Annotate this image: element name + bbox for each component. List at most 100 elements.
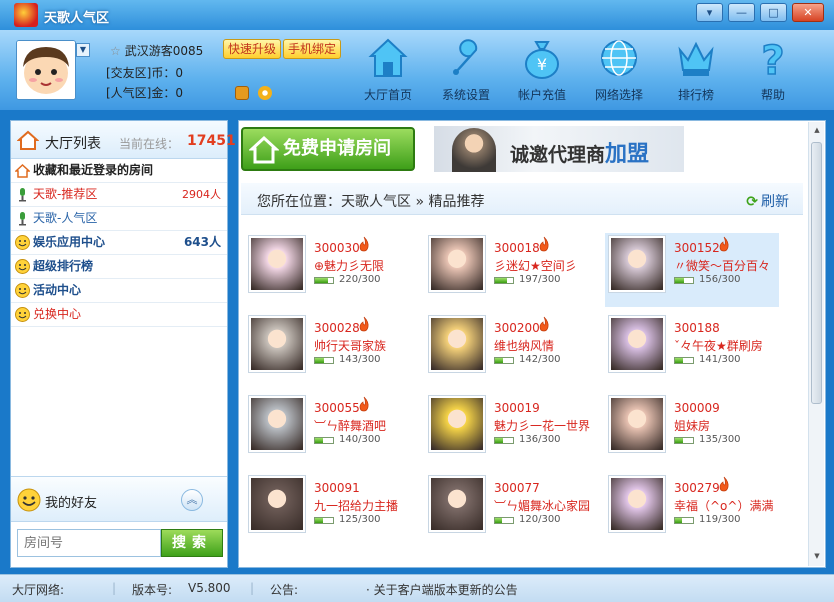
- room-name: 魅力彡一花一世界: [494, 419, 591, 433]
- search-button[interactable]: 搜索: [161, 529, 223, 557]
- room-card[interactable]: 300019 魅力彡一花一世界 136/300: [425, 393, 599, 467]
- maximize-button[interactable]: □: [760, 3, 787, 22]
- room-occupancy: 143/300: [339, 354, 381, 365]
- lobby-item[interactable]: 天歌-人气区: [11, 207, 227, 231]
- toolbar-ranking-button[interactable]: 排行榜: [661, 36, 731, 106]
- bind-phone-button[interactable]: 手机绑定: [283, 39, 342, 59]
- room-card[interactable]: 300030 ⊕魅力彡无限 220/300: [245, 233, 419, 307]
- toolbar-help-label: 帮助: [760, 88, 785, 102]
- avatar-menu-chevron-icon[interactable]: ▼: [76, 43, 90, 57]
- toolbar-settings-button[interactable]: 系统设置: [431, 36, 501, 106]
- room-id: 300279: [674, 481, 720, 495]
- room-search: 搜索: [17, 529, 223, 557]
- lobby-item[interactable]: 娱乐应用中心 643人: [11, 231, 227, 255]
- hot-flame-icon: [717, 476, 731, 492]
- lobby-item-count: 2904人: [182, 188, 221, 201]
- status-bar: 大厅网络: | 版本号: V5.800 | 公告: · 关于客户端版本更新的公告: [0, 574, 834, 602]
- toolbar-ranking-label: 排行榜: [677, 88, 714, 102]
- occupancy-bar-fill: [315, 518, 323, 523]
- toolbar-home-button[interactable]: 大厅首页: [353, 36, 423, 106]
- room-id: 300091: [314, 481, 360, 495]
- room-occupancy: 142/300: [519, 354, 561, 365]
- top-bar: ▼ ☆ 武汉游客0085 [交友区]币：0 [人气区]金：0 快速升级 手机绑定 …: [0, 30, 834, 110]
- room-thumbnail-image: [431, 478, 483, 530]
- home-icon: [17, 130, 39, 150]
- upgrade-button[interactable]: 快速升级: [223, 39, 282, 59]
- room-id: 300200: [494, 321, 540, 335]
- banner-emphasis-text: 加盟: [605, 142, 650, 167]
- room-panel: 免费申请房间 诚邀代理商加盟 您所在位置：天歌人气区 » 精品推荐 ⟳ 刷新 30…: [238, 120, 826, 568]
- friends-header[interactable]: 我的好友 ︽: [11, 476, 227, 522]
- room-card[interactable]: 300077 ︺ㄣ媚舞冰心家园 120/300: [425, 473, 599, 547]
- room-occupancy: 125/300: [339, 514, 381, 525]
- room-name: 彡迷幻★空间彡: [494, 259, 577, 273]
- smiley-icon: [17, 488, 41, 512]
- avatar[interactable]: [16, 40, 76, 100]
- room-number-input[interactable]: [17, 529, 161, 557]
- lobby-item[interactable]: 活动中心: [11, 279, 227, 303]
- lobby-item[interactable]: 兑换中心: [11, 303, 227, 327]
- gear-icon[interactable]: [258, 86, 272, 100]
- lobby-item-label: 天歌-人气区: [33, 211, 98, 225]
- menu-button[interactable]: ▾: [696, 3, 723, 22]
- occupancy-bar: [494, 277, 514, 284]
- room-card[interactable]: 300028 帅行天哥家族 143/300: [245, 313, 419, 387]
- location-bar: 您所在位置：天歌人气区 » 精品推荐 ⟳ 刷新: [241, 183, 803, 215]
- lobby-item[interactable]: 天歌-推荐区 2904人: [11, 183, 227, 207]
- lobby-item-label: 天歌-推荐区: [33, 187, 98, 201]
- toolbar-help-button[interactable]: ? 帮助: [738, 36, 808, 106]
- room-card[interactable]: 300055 ︺ㄣ醉舞酒吧 140/300: [245, 393, 419, 467]
- scroll-up-icon[interactable]: ▲: [812, 126, 822, 136]
- lobby-item[interactable]: 收藏和最近登录的房间: [11, 159, 227, 183]
- status-separator: |: [250, 581, 255, 595]
- smiley-icon: [15, 259, 30, 274]
- room-thumbnail-image: [611, 478, 663, 530]
- room-thumbnail-image: [611, 318, 663, 370]
- room-card[interactable]: 300279 幸福（^o^）满满 119/300: [605, 473, 779, 547]
- svg-text:¥: ¥: [537, 55, 547, 74]
- toolbar-recharge-button[interactable]: ¥ 帐户充值: [507, 36, 577, 106]
- room-occupancy: 136/300: [519, 434, 561, 445]
- hot-flame-icon: [357, 236, 371, 252]
- room-thumbnail: [248, 395, 306, 453]
- version-value: V5.800: [188, 581, 231, 595]
- briefcase-icon[interactable]: [235, 86, 249, 100]
- room-occupancy: 119/300: [699, 514, 741, 525]
- gold-line: [人气区]金：0: [106, 86, 183, 100]
- collapse-icon[interactable]: ︽: [181, 489, 203, 511]
- smiley-icon: [15, 307, 30, 322]
- occupancy-bar-fill: [495, 438, 504, 443]
- scrollbar[interactable]: ▲ ▼: [808, 122, 824, 566]
- room-card[interactable]: 300009 姐妹房 135/300: [605, 393, 779, 467]
- avatar-face-icon: [17, 41, 75, 99]
- notice-link[interactable]: · 关于客户端版本更新的公告: [366, 581, 518, 598]
- occupancy-bar-fill: [675, 358, 684, 363]
- room-card[interactable]: 300152 〃微笑～百分百々 156/300: [605, 233, 779, 307]
- room-occupancy: 135/300: [699, 434, 741, 445]
- occupancy-bar: [674, 437, 694, 444]
- smiley-icon: [15, 283, 30, 298]
- occupancy-bar: [314, 517, 334, 524]
- room-name: 姐妹房: [674, 419, 711, 433]
- minimize-button[interactable]: —: [728, 3, 755, 22]
- occupancy-bar: [674, 357, 694, 364]
- toolbar-network-button[interactable]: 网络选择: [584, 36, 654, 106]
- room-card[interactable]: 300091 九一招给力主播 125/300: [245, 473, 419, 547]
- agent-banner[interactable]: 诚邀代理商加盟: [434, 126, 684, 172]
- room-card[interactable]: 300018 彡迷幻★空间彡 197/300: [425, 233, 599, 307]
- room-name: ⊕魅力彡无限: [314, 259, 385, 273]
- room-name: ˇ々午夜★群刷房: [674, 339, 763, 353]
- refresh-button[interactable]: ⟳ 刷新: [746, 191, 789, 211]
- scrollbar-thumb[interactable]: [811, 142, 822, 404]
- occupancy-bar: [494, 517, 514, 524]
- lobby-item[interactable]: 超级排行榜: [11, 255, 227, 279]
- room-thumbnail-image: [611, 238, 663, 290]
- room-card[interactable]: 300188 ˇ々午夜★群刷房 141/300: [605, 313, 779, 387]
- occupancy-bar: [674, 517, 694, 524]
- mic-icon: [15, 211, 30, 226]
- free-room-button[interactable]: 免费申请房间: [241, 127, 415, 171]
- close-button[interactable]: ✕: [792, 3, 824, 22]
- room-card[interactable]: 300200 维也纳风情 142/300: [425, 313, 599, 387]
- room-id: 300019: [494, 401, 540, 415]
- scroll-down-icon[interactable]: ▼: [812, 552, 822, 562]
